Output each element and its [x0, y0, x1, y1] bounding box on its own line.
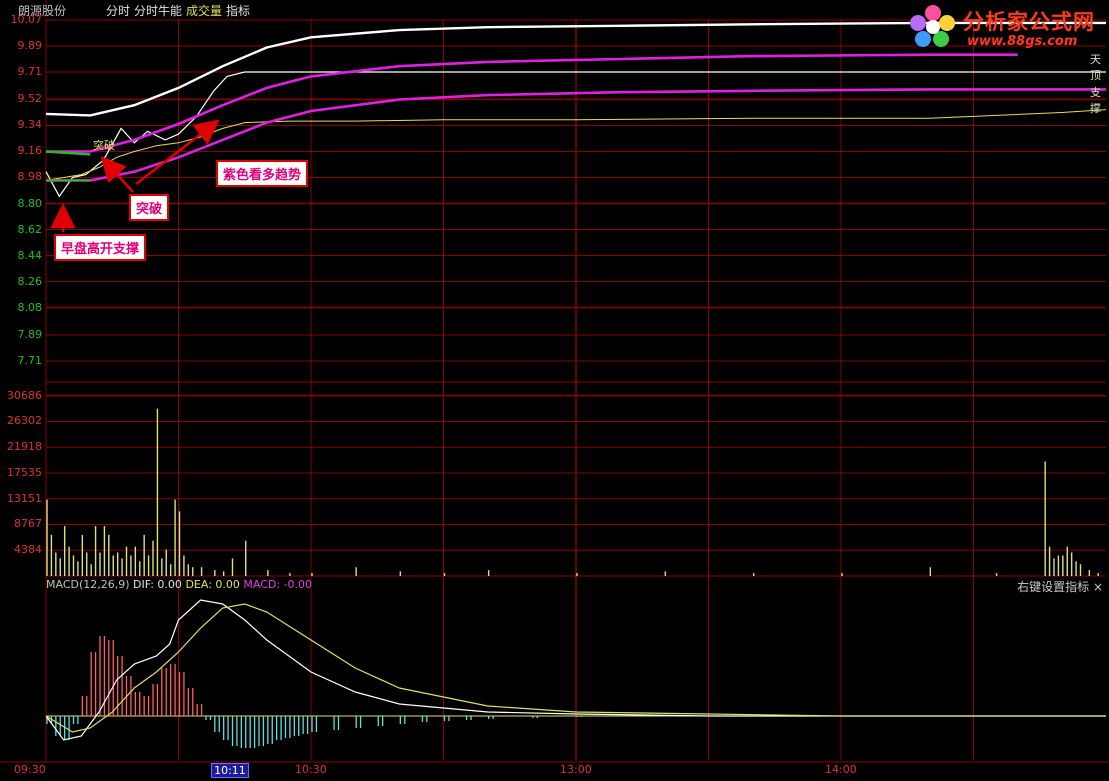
volume-tick-label: 17535 [7, 465, 42, 479]
macd-info: MACD(12,26,9) DIF: 0.00 DEA: 0.00 MACD: … [46, 578, 312, 591]
indicator-settings-link[interactable]: 右键设置指标 × [1017, 578, 1103, 595]
time-tick-label: 10:30 [295, 763, 327, 776]
site-logo: 分析家公式网 www.88gs.com [907, 3, 1105, 53]
volume-tick-label: 13151 [7, 491, 42, 505]
support-annotation: 早盘高开支撑 [54, 234, 147, 261]
time-cursor-label: 10:11 [211, 763, 249, 778]
price-tick-label: 7.89 [17, 327, 43, 341]
support-edge-label: 支撑 [1090, 86, 1101, 115]
upper-edge-label: 天顶 [1090, 53, 1101, 82]
time-tick-label: 14:00 [825, 763, 857, 776]
price-tick-label: 9.16 [17, 144, 43, 158]
macd-dif: DIF: 0.00 [133, 578, 182, 591]
price-tick-label: 7.71 [17, 353, 43, 367]
price-tick-label: 8.98 [17, 170, 43, 184]
tab-indicator[interactable]: 指标 [226, 2, 250, 19]
series-purple-upper-line [46, 53, 1018, 153]
price-tick-label: 8.62 [17, 222, 43, 236]
macd-dea: DEA: 0.00 [185, 578, 240, 591]
price-tick-label: 8.08 [17, 300, 43, 314]
time-tick-label: 09:30 [14, 763, 46, 776]
breakout-annotation: 突破 [129, 194, 170, 221]
price-tick-label: 10.07 [10, 13, 43, 26]
inline-breakout-label: 突破 [93, 139, 115, 152]
volume-tick-label: 30686 [7, 388, 42, 402]
flower-logo-icon [910, 5, 955, 47]
volume-tick-label: 26302 [7, 414, 42, 428]
macd-params: MACD(12,26,9) [46, 578, 130, 591]
volume-tick-label: 8767 [14, 517, 42, 531]
intraday-chart[interactable] [0, 0, 1109, 781]
price-tick-label: 9.71 [17, 65, 43, 79]
price-tick-label: 8.44 [17, 248, 43, 262]
price-tick-label: 9.89 [17, 39, 43, 52]
trend-annotation: 紫色看多趋势 [216, 160, 309, 187]
tab-volume[interactable]: 成交量 [186, 2, 222, 19]
price-tick-label: 8.26 [17, 274, 43, 288]
volume-tick-label: 4384 [14, 543, 42, 557]
time-tick-label: 13:00 [560, 763, 592, 776]
volume-tick-label: 21918 [7, 440, 42, 454]
price-tick-label: 9.52 [17, 92, 43, 106]
price-tick-label: 8.80 [17, 196, 43, 210]
logo-url: www.88gs.com [967, 34, 1078, 49]
macd-value: MACD: -0.00 [243, 578, 313, 591]
logo-title: 分析家公式网 [963, 10, 1095, 34]
tab-intraday-bull[interactable]: 分时牛能 [134, 2, 182, 19]
tab-intraday[interactable]: 分时 [106, 2, 130, 19]
price-tick-label: 9.34 [17, 118, 43, 132]
